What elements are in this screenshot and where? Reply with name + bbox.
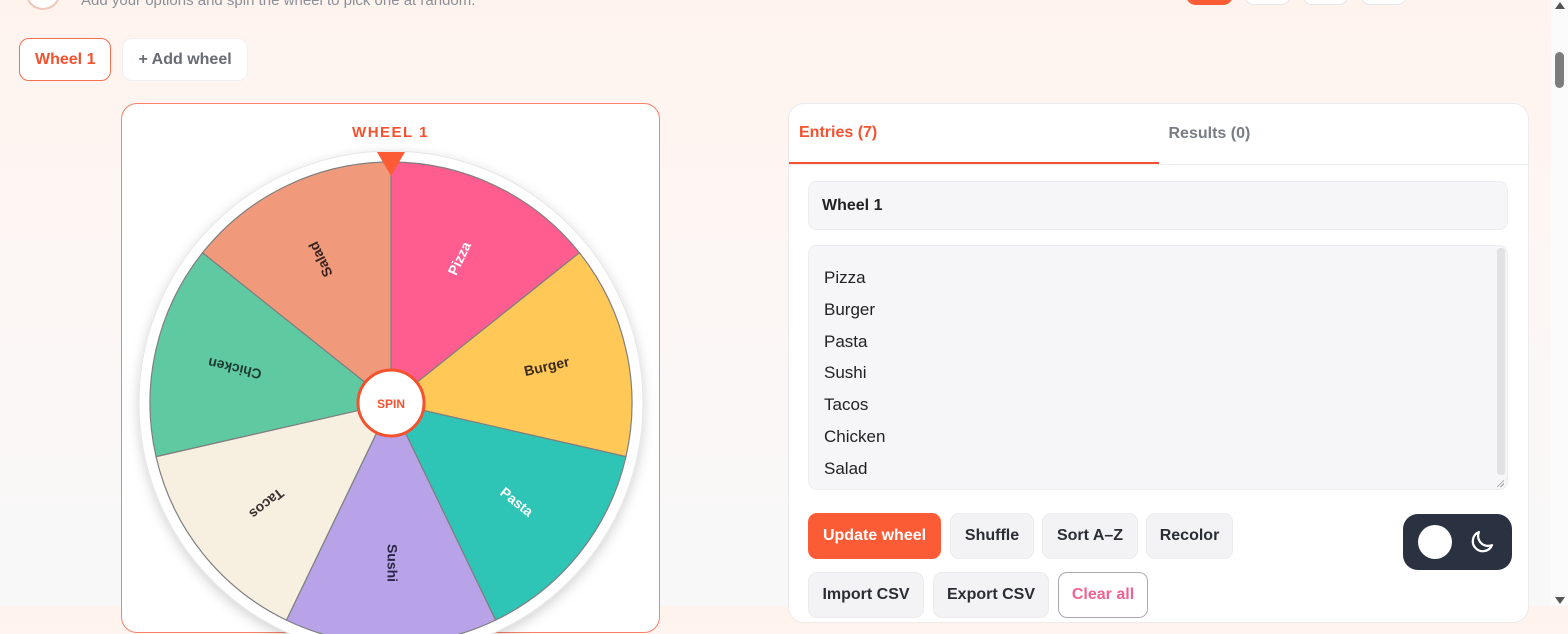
recolor-button[interactable]: Recolor [1146,513,1233,559]
entry-line: Burger [824,299,876,319]
entry-line: Salad [824,458,868,478]
spinning-wheel[interactable]: PizzaBurgerPastaSushiTacosChickenSalad S… [122,104,661,634]
tab-entries[interactable]: Entries (7) [789,104,1159,164]
tab-results[interactable]: Results (0) [1159,104,1529,164]
page-scrollbar[interactable] [1551,0,1568,606]
entries-textarea[interactable]: Pizza Burger Pasta Sushi Tacos Chicken Salad [808,245,1508,490]
sort-button[interactable]: Sort A–Z [1042,513,1138,559]
resize-grip-icon[interactable] [1496,479,1504,487]
shuffle-button[interactable]: Shuffle [950,513,1034,559]
wheel-name-input[interactable] [808,181,1508,230]
scroll-down-icon[interactable] [1555,597,1565,604]
header-button-3[interactable] [1302,0,1349,5]
export-csv-button[interactable]: Export CSV [933,572,1049,618]
toggle-knob [1418,525,1452,559]
app-logo [26,0,60,10]
entry-line: Pasta [824,331,868,351]
page-subtitle: Add your options and spin the wheel to p… [81,0,476,9]
scroll-thumb[interactable] [1555,52,1564,88]
entry-line: Tacos [824,395,869,415]
entry-line: Chicken [824,426,886,446]
header-button-2[interactable] [1244,0,1291,5]
theme-toggle[interactable] [1403,514,1512,570]
header-button-4[interactable] [1360,0,1407,5]
wheel-segment-label: Sushi [384,544,400,582]
header-button-1[interactable] [1186,0,1233,5]
moon-icon [1471,530,1494,553]
tab-wheel-1[interactable]: Wheel 1 [19,38,112,81]
clear-all-button[interactable]: Clear all [1058,572,1148,618]
entries-list: Pizza Burger Pasta Sushi Tacos Chicken Salad [824,262,1492,485]
entry-line: Pizza [824,268,866,287]
header-toolbar [1186,0,1407,5]
add-wheel-button[interactable]: + Add wheel [122,38,248,81]
panel-tabs: Entries (7) Results (0) [789,104,1528,165]
scroll-up-icon[interactable] [1555,2,1565,9]
entry-line: Sushi [824,363,867,383]
update-wheel-button[interactable]: Update wheel [808,513,941,559]
import-csv-button[interactable]: Import CSV [808,572,924,618]
spin-button-label[interactable]: SPIN [377,397,405,411]
wheel-tabs: Wheel 1 + Add wheel [19,38,248,81]
wheel-card: WHEEL 1 Pizza Burger Pasta Sushi Tacos Chicke… [121,103,661,634]
textarea-scrollbar[interactable] [1497,248,1505,475]
